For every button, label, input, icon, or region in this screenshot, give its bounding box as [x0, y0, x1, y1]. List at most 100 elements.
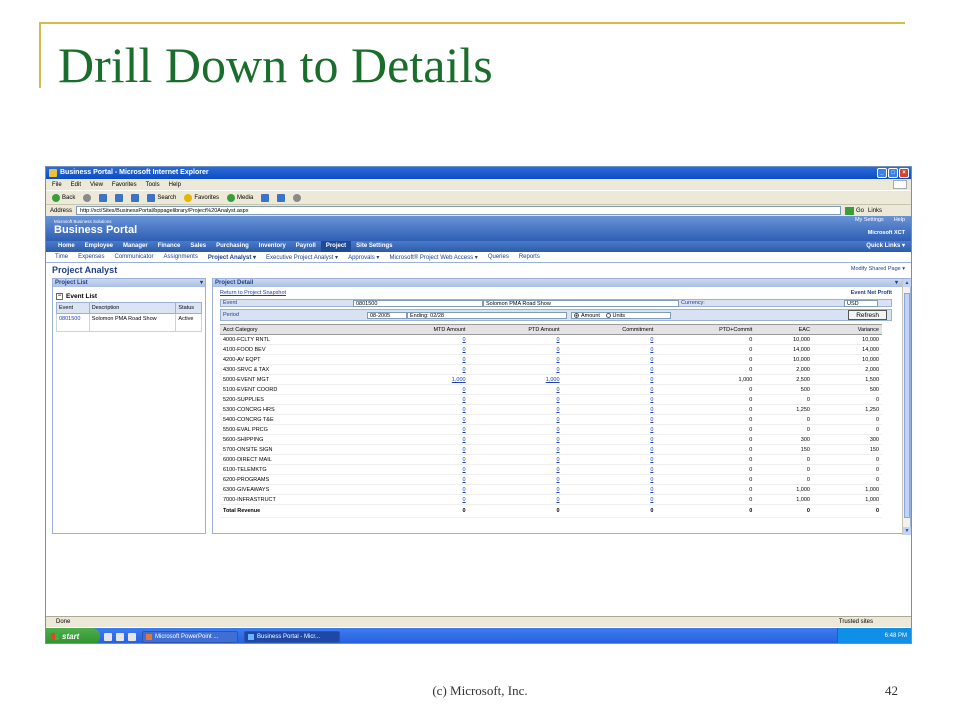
menu-help[interactable]: Help: [169, 182, 181, 188]
period-field[interactable]: 08-2005: [367, 311, 407, 319]
amount-drilldown-link[interactable]: 0: [468, 334, 563, 345]
media-button[interactable]: Media: [227, 193, 253, 202]
event-id-link[interactable]: 0801500: [56, 313, 90, 332]
amount-drilldown-link[interactable]: 0: [372, 444, 469, 455]
amount-drilldown-link[interactable]: 0: [468, 414, 563, 425]
amount-drilldown-link[interactable]: 0: [372, 334, 469, 345]
quicklaunch-ie-icon[interactable]: [116, 632, 124, 641]
nav-inventory[interactable]: Inventory: [254, 241, 291, 252]
amount-drilldown-link[interactable]: 0: [468, 484, 563, 495]
stop-button[interactable]: [99, 193, 108, 202]
amount-drilldown-link[interactable]: 0: [468, 404, 563, 415]
subnav-expenses[interactable]: Expenses: [78, 254, 104, 260]
scroll-thumb[interactable]: [904, 293, 910, 518]
amount-drilldown-link[interactable]: 0: [372, 404, 469, 415]
col-header[interactable]: MTD Amount: [372, 324, 469, 335]
amount-drilldown-link[interactable]: 0: [562, 494, 657, 505]
amount-drilldown-link[interactable]: 0: [562, 364, 657, 375]
amount-drilldown-link[interactable]: 0: [372, 434, 469, 445]
panel-menu-icon[interactable]: ▾: [200, 279, 203, 287]
col-header[interactable]: EAC: [755, 324, 813, 335]
amount-drilldown-link[interactable]: 0: [562, 464, 657, 475]
amount-drilldown-link[interactable]: 0: [372, 474, 469, 485]
task-powerpoint[interactable]: Microsoft PowerPoint ...: [142, 630, 238, 643]
amount-drilldown-link[interactable]: 0: [372, 454, 469, 465]
task-business-portal[interactable]: Business Portal - Micr...: [244, 630, 340, 643]
scroll-up-icon[interactable]: ▲: [903, 279, 911, 287]
subnav-project-web-access[interactable]: Microsoft® Project Web Access ▾: [389, 254, 477, 261]
nav-sales[interactable]: Sales: [185, 241, 211, 252]
amount-drilldown-link[interactable]: 0: [562, 394, 657, 405]
start-button[interactable]: start: [46, 628, 100, 643]
subnav-executive-project-analyst[interactable]: Executive Project Analyst ▾: [266, 254, 338, 261]
close-button[interactable]: ×: [899, 168, 909, 178]
subnav-queries[interactable]: Queries: [488, 254, 509, 260]
links-button[interactable]: Links: [868, 208, 882, 214]
amount-drilldown-link[interactable]: 0: [468, 454, 563, 465]
amount-drilldown-link[interactable]: 0: [562, 334, 657, 345]
amount-drilldown-link[interactable]: 1,000: [372, 374, 469, 385]
amount-drilldown-link[interactable]: 0: [562, 454, 657, 465]
amount-drilldown-link[interactable]: 0: [372, 384, 469, 395]
amount-drilldown-link[interactable]: 0: [372, 354, 469, 365]
my-settings-link[interactable]: My Settings: [855, 217, 884, 223]
radio-units[interactable]: [605, 312, 611, 318]
favorites-button[interactable]: Favorites: [184, 193, 219, 202]
amount-drilldown-link[interactable]: 0: [372, 344, 469, 355]
help-link[interactable]: Help: [894, 217, 905, 223]
radio-amount[interactable]: [574, 312, 579, 318]
amount-drilldown-link[interactable]: 0: [562, 384, 657, 395]
amount-drilldown-link[interactable]: 0: [562, 354, 657, 365]
amount-drilldown-link[interactable]: 0: [562, 434, 657, 445]
amount-drilldown-link[interactable]: 0: [372, 394, 469, 405]
col-header[interactable]: Acct Category: [220, 324, 373, 335]
scroll-down-icon[interactable]: ▼: [903, 527, 911, 535]
detail-panel-menu-icon[interactable]: ▾: [895, 279, 898, 287]
quicklaunch-desktop-icon[interactable]: [104, 632, 112, 641]
amount-drilldown-link[interactable]: 0: [372, 484, 469, 495]
quick-links-menu[interactable]: Quick Links ▾: [866, 241, 905, 252]
amount-drilldown-link[interactable]: 0: [372, 414, 469, 425]
nav-payroll[interactable]: Payroll: [291, 241, 321, 252]
portal-logo[interactable]: Business Portal: [54, 224, 137, 236]
nav-employee[interactable]: Employee: [80, 241, 118, 252]
nav-site-settings[interactable]: Site Settings: [351, 241, 397, 252]
amount-drilldown-link[interactable]: 0: [468, 394, 563, 405]
refresh-page-button[interactable]: [115, 193, 124, 202]
nav-finance[interactable]: Finance: [153, 241, 186, 252]
subnav-project-analyst[interactable]: Project Analyst ▾: [208, 254, 256, 261]
amount-drilldown-link[interactable]: 0: [562, 344, 657, 355]
go-button[interactable]: Go: [845, 206, 864, 215]
search-button[interactable]: Search: [147, 193, 176, 202]
amount-drilldown-link[interactable]: 0: [372, 464, 469, 475]
col-header[interactable]: Commitment: [562, 324, 657, 335]
amount-drilldown-link[interactable]: 0: [468, 494, 563, 505]
subnav-assignments[interactable]: Assignments: [164, 254, 198, 260]
amount-drilldown-link[interactable]: 0: [562, 444, 657, 455]
col-description[interactable]: Description: [88, 302, 177, 314]
amount-drilldown-link[interactable]: 0: [468, 424, 563, 435]
menu-view[interactable]: View: [90, 182, 103, 188]
return-to-snapshot-link[interactable]: Return to Project Snapshot: [220, 290, 286, 298]
home-button[interactable]: [131, 193, 140, 202]
amount-drilldown-link[interactable]: 0: [468, 354, 563, 365]
event-row[interactable]: 0801500 Solomon PMA Road Show Active: [56, 313, 202, 332]
refresh-button[interactable]: Refresh: [848, 310, 887, 320]
amount-drilldown-link[interactable]: 0: [562, 414, 657, 425]
nav-manager[interactable]: Manager: [118, 241, 153, 252]
col-header[interactable]: Variance: [812, 324, 882, 335]
amount-drilldown-link[interactable]: 0: [372, 494, 469, 505]
nav-project[interactable]: Project: [320, 241, 352, 252]
menu-favorites[interactable]: Favorites: [112, 182, 137, 188]
amount-drilldown-link[interactable]: 0: [562, 474, 657, 485]
print-button[interactable]: [293, 193, 302, 202]
detail-vertical-scrollbar[interactable]: ▲ ▼: [902, 279, 911, 535]
subnav-communicator[interactable]: Communicator: [114, 254, 153, 260]
maximize-button[interactable]: □: [888, 168, 898, 178]
modify-shared-page-menu[interactable]: Modify Shared Page ▾: [851, 266, 905, 272]
event-net-profit-link[interactable]: Event Net Profit: [851, 290, 892, 298]
amount-drilldown-link[interactable]: 0: [468, 444, 563, 455]
subnav-approvals[interactable]: Approvals ▾: [348, 254, 379, 261]
amount-drilldown-link[interactable]: 0: [562, 484, 657, 495]
amount-drilldown-link[interactable]: 0: [562, 424, 657, 435]
